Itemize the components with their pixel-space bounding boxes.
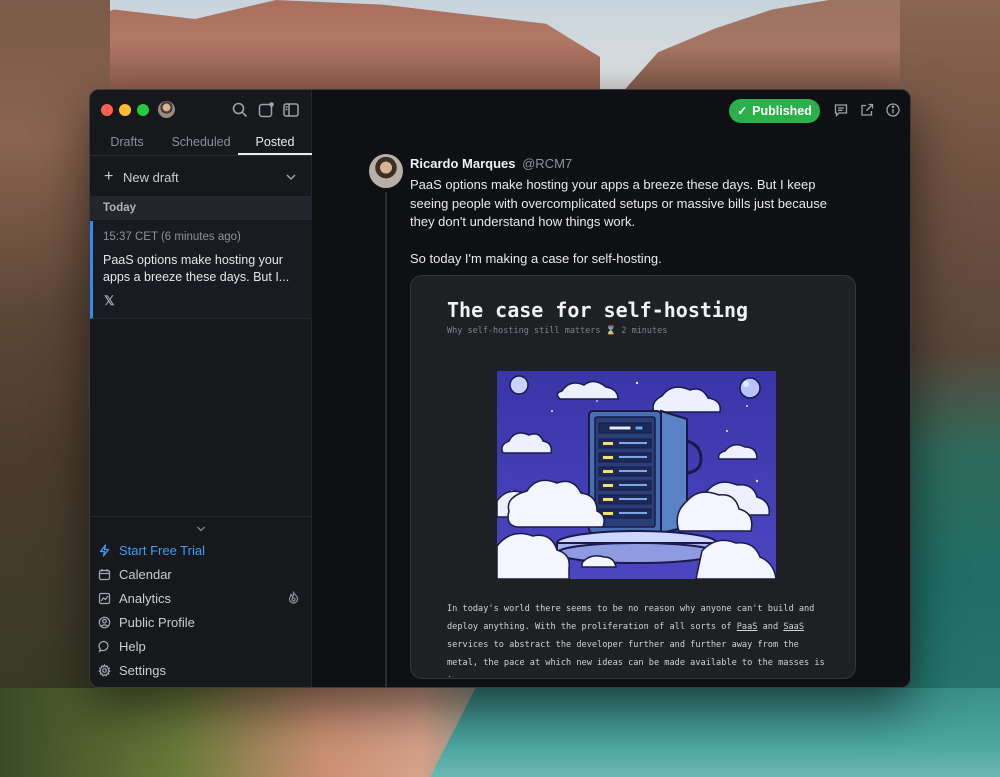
zoom-window-button[interactable]: [137, 104, 149, 116]
list-item[interactable]: 15:37 CET (6 minutes ago) PaaS options m…: [90, 221, 312, 319]
gear-icon: [98, 663, 111, 677]
post-preview: PaaS options make hosting your apps a br…: [103, 253, 290, 284]
sidebar-nav: Start Free Trial Calendar Analytics Publ…: [90, 538, 312, 682]
nav-label: Start Free Trial: [119, 542, 205, 558]
flame-icon: [287, 590, 300, 604]
saas-link[interactable]: SaaS: [783, 622, 804, 632]
card-title: The case for self-hosting: [447, 298, 749, 322]
nav-label: Public Profile: [119, 614, 195, 630]
divider: [90, 516, 312, 517]
sidebar: Drafts Scheduled Posted + New draft Toda…: [90, 90, 312, 687]
x-icon: 𝕏: [104, 293, 115, 308]
check-icon: ✓: [737, 104, 748, 118]
post-timestamp: 15:37 CET (6 minutes ago): [103, 231, 241, 243]
calendar-icon: [98, 568, 111, 581]
chart-icon: [98, 592, 111, 605]
close-window-button[interactable]: [101, 104, 113, 116]
link-preview-card[interactable]: The case for self-hosting Why self-hosti…: [410, 275, 856, 679]
account-avatar[interactable]: [158, 101, 175, 118]
thread-line: [385, 192, 387, 687]
new-draft-button[interactable]: + New draft: [90, 162, 312, 192]
app-window: Drafts Scheduled Posted + New draft Toda…: [89, 89, 911, 688]
chevron-down-icon[interactable]: [195, 522, 207, 534]
chat-bubble-icon: [98, 640, 111, 653]
paas-link[interactable]: PaaS: [737, 622, 758, 632]
tweet-paragraph: So today I'm making a case for self-host…: [410, 250, 662, 266]
author-name: Ricardo Marques: [410, 156, 516, 171]
info-icon[interactable]: [885, 102, 901, 118]
compose-icon[interactable]: [256, 100, 276, 120]
nav-help[interactable]: Help: [90, 634, 312, 658]
minimize-window-button[interactable]: [119, 104, 131, 116]
section-header-today: Today: [90, 196, 312, 220]
published-label: Published: [752, 104, 812, 118]
nav-public-profile[interactable]: Public Profile: [90, 610, 312, 634]
nav-analytics[interactable]: Analytics: [90, 586, 312, 610]
author-handle: @RCM7: [522, 156, 573, 171]
nav-settings[interactable]: Settings: [90, 658, 312, 682]
main-panel: ✓ Published Ricardo Marques @RCM7 PaaS o…: [312, 90, 910, 687]
open-external-icon[interactable]: [859, 102, 875, 118]
tweet-text: PaaS options make hosting your apps a br…: [410, 176, 850, 268]
nav-start-free-trial[interactable]: Start Free Trial: [90, 538, 312, 562]
tweet-author: Ricardo Marques @RCM7: [410, 156, 572, 171]
published-status-button[interactable]: ✓ Published: [729, 99, 820, 123]
nav-label: Help: [119, 638, 146, 654]
tab-scheduled[interactable]: Scheduled: [164, 130, 238, 155]
author-avatar: [369, 154, 403, 188]
tab-drafts[interactable]: Drafts: [90, 130, 164, 155]
search-icon[interactable]: [230, 100, 250, 120]
plus-icon: +: [104, 168, 114, 185]
card-subtitle: Why self-hosting still matters ⌛ 2 minut…: [447, 326, 668, 336]
sidebar-toggle-icon[interactable]: [281, 100, 301, 120]
bolt-icon: [98, 543, 111, 557]
card-paragraph: In today's world there seems to be no re…: [447, 604, 825, 678]
chevron-down-icon[interactable]: [284, 170, 298, 184]
nav-label: Settings: [119, 662, 166, 678]
comment-icon[interactable]: [833, 102, 849, 118]
tab-bar: Drafts Scheduled Posted: [90, 130, 312, 156]
server-in-clouds-illustration: [497, 371, 776, 579]
tweet-paragraph: PaaS options make hosting your apps a br…: [410, 177, 827, 229]
nav-label: Analytics: [119, 590, 172, 606]
titlebar: [90, 90, 312, 130]
nav-calendar[interactable]: Calendar: [90, 562, 312, 586]
nav-label: Calendar: [119, 566, 172, 582]
user-circle-icon: [98, 616, 111, 629]
new-draft-label: New draft: [123, 169, 179, 185]
tab-posted[interactable]: Posted: [238, 130, 312, 155]
